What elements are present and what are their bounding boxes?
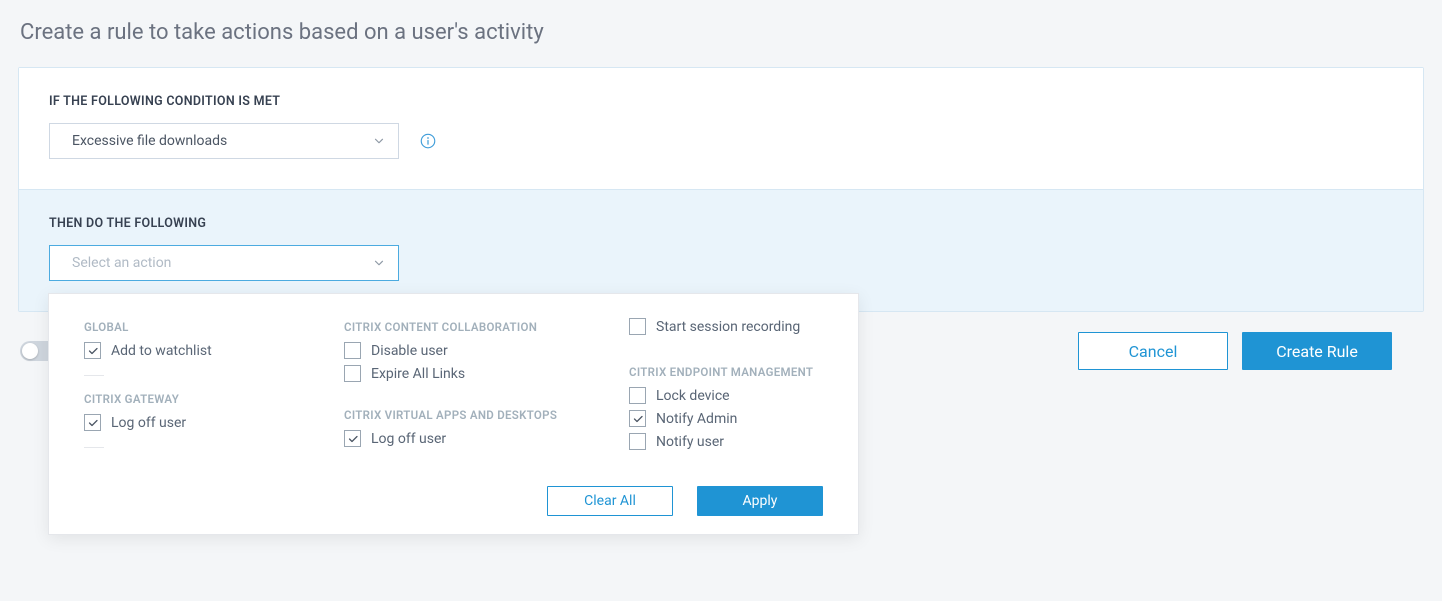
option-lock-device[interactable]: Lock device: [629, 387, 823, 404]
action-placeholder: Select an action: [72, 255, 171, 271]
checkbox-icon: [629, 318, 646, 335]
option-logoff-cvad[interactable]: Log off user: [344, 430, 579, 447]
option-expire-links[interactable]: Expire All Links: [344, 365, 579, 382]
option-label: Notify user: [656, 434, 724, 450]
option-add-watchlist[interactable]: Add to watchlist: [84, 342, 294, 359]
clear-all-button[interactable]: Clear All: [547, 486, 673, 516]
option-disable-user[interactable]: Disable user: [344, 342, 579, 359]
action-dropdown-panel: GLOBAL Add to watchlist CITRIX GATEWAY L…: [48, 293, 859, 535]
option-logoff-gateway[interactable]: Log off user: [84, 414, 294, 431]
checkbox-icon: [84, 414, 101, 431]
checkbox-icon: [344, 430, 361, 447]
checkbox-icon: [344, 365, 361, 382]
option-label: Log off user: [111, 415, 186, 431]
info-icon[interactable]: [419, 132, 437, 150]
condition-section-label: IF THE FOLLOWING CONDITION IS MET: [49, 94, 1393, 109]
option-label: Log off user: [371, 431, 446, 447]
divider: [84, 447, 104, 448]
action-section-label: THEN DO THE FOLLOWING: [49, 216, 1393, 231]
divider: [84, 375, 104, 376]
option-label: Expire All Links: [371, 366, 465, 382]
checkbox-icon: [629, 387, 646, 404]
rule-card: IF THE FOLLOWING CONDITION IS MET Excess…: [18, 67, 1424, 312]
option-notify-user[interactable]: Notify user: [629, 433, 823, 450]
cancel-button[interactable]: Cancel: [1078, 332, 1228, 370]
chevron-down-icon: [372, 134, 386, 148]
option-label: Disable user: [371, 343, 448, 359]
group-label-cem: CITRIX ENDPOINT MANAGEMENT: [629, 365, 823, 379]
checkbox-icon: [344, 342, 361, 359]
group-label-global: GLOBAL: [84, 320, 294, 334]
option-label: Lock device: [656, 388, 730, 404]
checkbox-icon: [629, 410, 646, 427]
create-rule-button[interactable]: Create Rule: [1242, 332, 1392, 370]
apply-button[interactable]: Apply: [697, 486, 823, 516]
condition-selected-value: Excessive file downloads: [72, 133, 227, 149]
group-label-cvad: CITRIX VIRTUAL APPS AND DESKTOPS: [344, 408, 579, 422]
option-label: Notify Admin: [656, 411, 737, 427]
checkbox-icon: [84, 342, 101, 359]
chevron-down-icon: [372, 256, 386, 270]
option-notify-admin[interactable]: Notify Admin: [629, 410, 823, 427]
condition-select[interactable]: Excessive file downloads: [49, 123, 399, 159]
condition-section: IF THE FOLLOWING CONDITION IS MET Excess…: [19, 68, 1423, 189]
option-label: Add to watchlist: [111, 343, 212, 359]
page-title: Create a rule to take actions based on a…: [20, 20, 1424, 45]
group-label-ccc: CITRIX CONTENT COLLABORATION: [344, 320, 579, 334]
group-label-gateway: CITRIX GATEWAY: [84, 392, 294, 406]
option-label: Start session recording: [656, 319, 800, 335]
checkbox-icon: [629, 433, 646, 450]
option-start-recording[interactable]: Start session recording: [629, 318, 823, 335]
action-select[interactable]: Select an action: [49, 245, 399, 281]
